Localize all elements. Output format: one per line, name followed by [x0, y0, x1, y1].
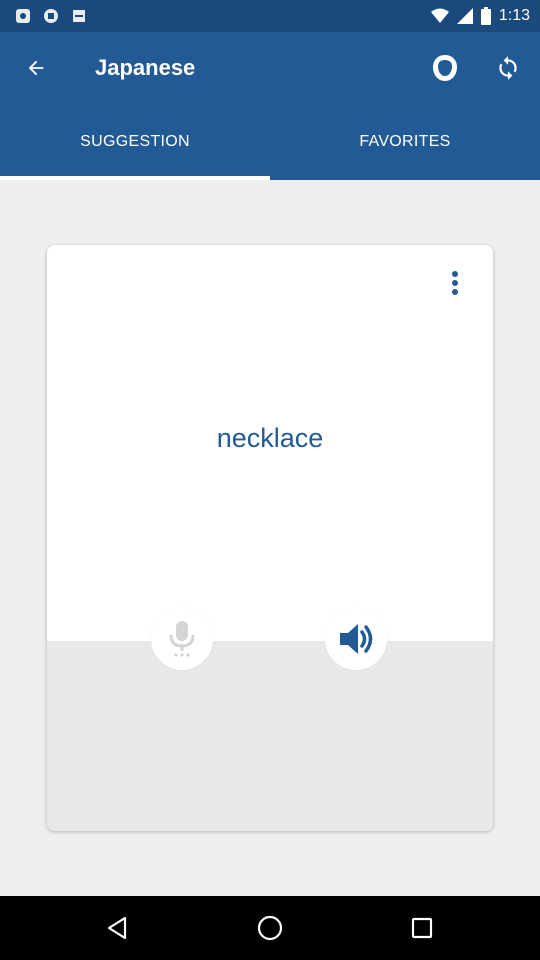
- microphone-button[interactable]: [151, 608, 213, 670]
- refresh-icon: [499, 56, 517, 80]
- signal-icon: [456, 8, 473, 24]
- card-menu-button[interactable]: [439, 267, 471, 299]
- face-icon: [433, 55, 457, 81]
- home-circle-icon: [257, 915, 283, 941]
- notification-icon: [73, 10, 85, 22]
- nav-recents-button[interactable]: [398, 904, 446, 952]
- status-right: 1:13: [430, 0, 530, 32]
- system-nav-bar: [0, 896, 540, 960]
- wifi-icon: [430, 8, 449, 23]
- status-bar: 1:13: [0, 0, 540, 32]
- status-notifications: [14, 0, 88, 32]
- card-lower-panel: [47, 641, 493, 831]
- speaker-icon: [340, 624, 373, 654]
- tab-favorites-label: FAVORITES: [359, 133, 451, 150]
- more-vert-icon: [452, 271, 458, 295]
- tab-suggestion[interactable]: SUGGESTION: [0, 104, 270, 180]
- microphone-icon: [169, 621, 195, 657]
- speaker-button[interactable]: [325, 608, 387, 670]
- profile-button[interactable]: [421, 44, 469, 92]
- tab-bar: SUGGESTION FAVORITES: [0, 104, 540, 180]
- tab-suggestion-label: SUGGESTION: [80, 133, 190, 150]
- back-button[interactable]: [12, 44, 60, 92]
- notification-icon: [44, 9, 58, 23]
- battery-icon: [480, 7, 491, 25]
- notification-icon: [16, 9, 30, 23]
- word-card: necklace: [47, 245, 493, 831]
- recents-square-icon: [411, 917, 433, 939]
- back-triangle-icon: [107, 916, 127, 940]
- page-title: Japanese: [95, 55, 196, 80]
- nav-home-button[interactable]: [246, 904, 294, 952]
- tab-favorites[interactable]: FAVORITES: [270, 104, 540, 180]
- card-word: necklace: [216, 423, 324, 453]
- app-toolbar: Japanese: [0, 32, 540, 104]
- nav-back-button[interactable]: [94, 904, 142, 952]
- arrow-back-icon: [28, 60, 44, 76]
- status-time: 1:13: [498, 7, 530, 24]
- refresh-button[interactable]: [484, 44, 532, 92]
